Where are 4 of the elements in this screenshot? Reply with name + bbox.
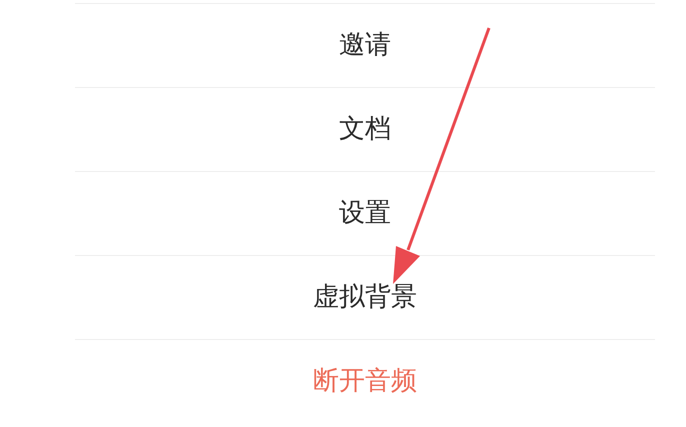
menu-item[interactable]: 虚拟背景 — [305, 278, 425, 317]
menu-item[interactable]: 文档 — [331, 110, 399, 149]
menu-item[interactable]: 邀请 — [331, 26, 399, 65]
menu-item[interactable]: 设置 — [331, 194, 399, 233]
